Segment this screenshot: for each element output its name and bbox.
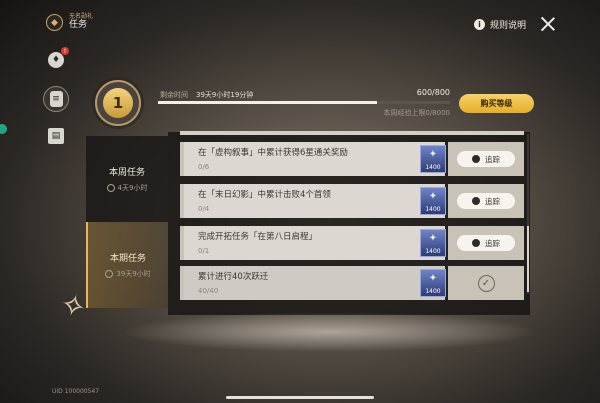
rules-button[interactable]: i 规则说明: [474, 18, 526, 31]
uid-label: UID 100000547: [52, 388, 100, 395]
mission-title: 在「末日幻影」中累计击败4个首领: [198, 190, 331, 200]
xp-progress-fill: [158, 101, 377, 104]
track-label: 追踪: [485, 238, 500, 248]
category-name: 本期任务: [109, 254, 146, 264]
reward-amount: 1400: [425, 164, 441, 171]
category-time-value: 4天9小时: [117, 184, 148, 192]
mission-action: 追踪: [448, 226, 524, 260]
mission-row: 在「虚构叙事」中累计获得6星通关奖励 0/6 ✦ 1400 追踪: [180, 142, 524, 176]
reward-item[interactable]: ✦ 1400: [420, 229, 446, 257]
track-button[interactable]: 追踪: [457, 193, 515, 209]
category-time: 4天9小时: [106, 183, 148, 193]
mission-row: 完成开拓任务「在第八日启程」 0/1 ✦ 1400 追踪: [180, 226, 524, 260]
remaining-time-value: 39天9小时19分钟: [196, 91, 254, 99]
checkmark-icon: ✓: [477, 274, 495, 292]
brand: ◆ 无名勋礼 任务: [46, 14, 93, 31]
mission-action: 追踪: [448, 142, 524, 176]
star-rail-pass-icon: ✦: [428, 273, 438, 284]
mission-action: 追踪: [448, 184, 524, 218]
light-glow: [120, 312, 540, 352]
clock-icon: [105, 270, 114, 278]
previous-row-edge: [180, 131, 524, 135]
mission-progress: 0/6: [198, 163, 210, 171]
reward-amount: 1400: [425, 206, 441, 213]
category-time: 39天9小时: [105, 269, 151, 279]
remaining-time: 剩余时间 39天9小时19分钟: [160, 90, 253, 100]
mission-body: 完成开拓任务「在第八日启程」 0/1 ✦ 1400: [180, 226, 446, 260]
weekly-xp-cap: 本周经验上限0/8000: [383, 109, 450, 117]
reward-amount: 1400: [425, 248, 441, 255]
star-rail-pass-icon: ✦: [428, 233, 438, 244]
category-time-value: 39天9小时: [116, 270, 151, 278]
reward-icon: ♦: [48, 52, 64, 68]
mission-body: 在「末日幻影」中累计击败4个首领 0/4 ✦ 1400: [180, 184, 446, 218]
xp-progress-bar: [158, 101, 450, 104]
tab-missions[interactable]: ≡: [43, 86, 69, 112]
nameless-star-emblem-icon: ✧: [56, 286, 90, 327]
category-name: 本周任务: [108, 168, 145, 178]
xp-count: 600/800: [416, 88, 450, 97]
home-indicator[interactable]: [226, 396, 374, 399]
clock-icon: [106, 184, 115, 192]
notification-badge: !: [61, 47, 69, 55]
reward-item[interactable]: ✦ 1400: [420, 187, 446, 215]
reward-item[interactable]: ✦ 1400: [420, 145, 446, 173]
mission-clipboard-icon: ≡: [49, 91, 63, 107]
mission-title: 在「虚构叙事」中累计获得6星通关奖励: [198, 148, 348, 158]
mission-progress: 40/40: [198, 287, 219, 295]
track-label: 追踪: [485, 154, 500, 164]
mission-action: ✓: [448, 266, 524, 300]
level-value: 1: [103, 88, 133, 118]
track-button[interactable]: 追踪: [457, 151, 515, 167]
nameless-honor-logo: ◆: [46, 14, 63, 31]
mission-title: 累计进行40次跃迁: [198, 272, 269, 282]
mission-progress: 0/1: [198, 247, 210, 255]
scrollbar-thumb[interactable]: [527, 226, 529, 292]
mission-progress: 0/4: [198, 205, 210, 213]
mission-body: 在「虚构叙事」中累计获得6星通关奖励 0/6 ✦ 1400: [180, 142, 446, 176]
page-title: 任务: [69, 19, 88, 30]
remaining-time-label: 剩余时间: [160, 91, 188, 99]
level-indicator: 1: [95, 80, 141, 126]
buy-level-button[interactable]: 购买等级: [459, 94, 534, 113]
tab-rewards[interactable]: ♦ !: [46, 47, 69, 70]
assistive-touch-dot[interactable]: [0, 124, 7, 134]
mission-title: 完成开拓任务「在第八日启程」: [198, 232, 318, 242]
info-icon: i: [474, 19, 485, 30]
close-icon[interactable]: [540, 16, 556, 32]
track-button[interactable]: 追踪: [457, 235, 515, 251]
category-period-missions[interactable]: 本期任务 39天9小时: [86, 222, 168, 308]
location-pin-icon: [472, 197, 480, 205]
mission-body: 累计进行40次跃迁 40/40 ✦ 1400: [180, 266, 446, 300]
rules-label: 规则说明: [490, 21, 527, 31]
reward-item[interactable]: ✦ 1400: [420, 269, 446, 297]
category-weekly-missions[interactable]: 本周任务 4天9小时: [86, 136, 168, 222]
star-rail-pass-icon: ✦: [428, 149, 438, 160]
location-pin-icon: [472, 155, 480, 163]
shop-icon: ▤: [48, 128, 64, 144]
mission-row-completed: 累计进行40次跃迁 40/40 ✦ 1400 ✓: [180, 266, 524, 300]
tab-shop[interactable]: ▤: [46, 126, 66, 146]
star-rail-pass-icon: ✦: [428, 191, 438, 202]
location-pin-icon: [472, 239, 480, 247]
reward-amount: 1400: [425, 288, 441, 295]
track-label: 追踪: [485, 196, 500, 206]
mission-row: 在「末日幻影」中累计击败4个首领 0/4 ✦ 1400 追踪: [180, 184, 524, 218]
